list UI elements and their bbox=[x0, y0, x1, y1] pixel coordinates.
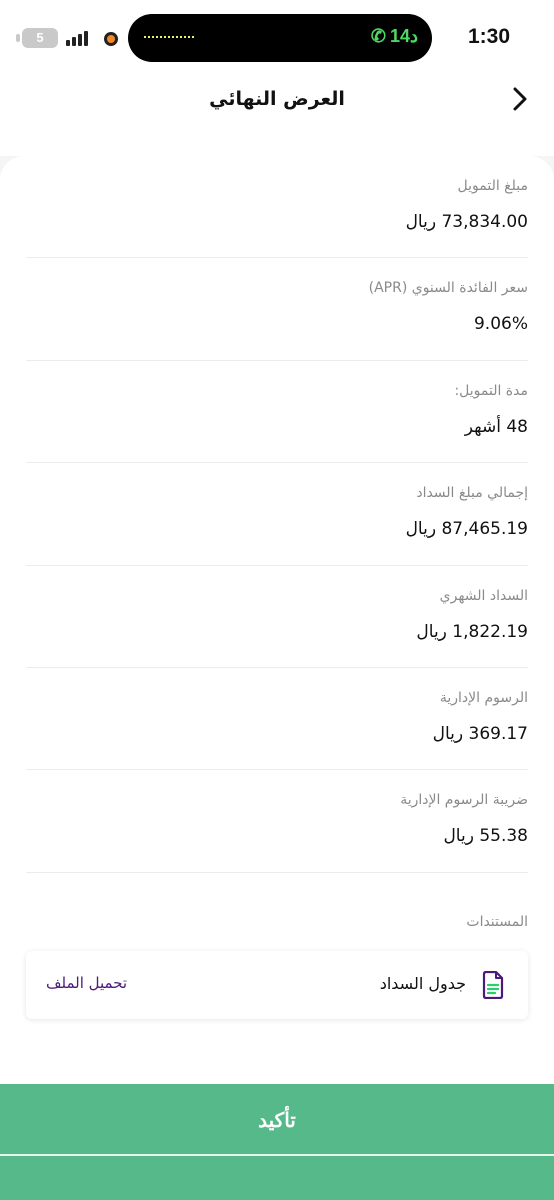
header: العرض النهائي bbox=[0, 76, 554, 156]
detail-label: السداد الشهري bbox=[439, 587, 528, 604]
recording-indicator-icon bbox=[104, 32, 118, 46]
status-time: 1:30 bbox=[467, 25, 510, 48]
detail-value: 87,465.19 ريال bbox=[405, 519, 528, 540]
confirm-button[interactable]: تأكيد bbox=[0, 1084, 554, 1200]
offer-details-card: مبلغ التمويل 73,834.00 ريال سعر الفائدة … bbox=[0, 156, 554, 1086]
detail-value: 73,834.00 ريال bbox=[405, 212, 528, 232]
details-list: مبلغ التمويل 73,834.00 ريال سعر الفائدة … bbox=[26, 156, 528, 873]
detail-row-admin-fees: الرسوم الإدارية 369.17 ريال bbox=[26, 668, 528, 771]
detail-value: 48 أشهر bbox=[464, 416, 528, 437]
status-bar: 5 ✆ 14د 1:30 bbox=[0, 0, 554, 76]
call-duration: 14د bbox=[389, 26, 418, 46]
detail-row-total-repayment: إجمالي مبلغ السداد 87,465.19 ريال bbox=[26, 463, 528, 566]
detail-value: 1,822.19 ريال bbox=[416, 621, 528, 642]
detail-row-financing-amount: مبلغ التمويل 73,834.00 ريال bbox=[26, 156, 528, 259]
back-chevron-icon[interactable] bbox=[508, 84, 532, 114]
signal-icon bbox=[66, 30, 92, 46]
documents-section-label: المستندات bbox=[466, 914, 528, 930]
battery-tip bbox=[16, 34, 20, 42]
detail-row-apr: سعر الفائدة السنوي (APR) 9.06% bbox=[26, 258, 528, 361]
detail-label: إجمالي مبلغ السداد bbox=[416, 485, 528, 502]
document-name: جدول السداد bbox=[379, 974, 466, 993]
phone-icon: ✆ bbox=[370, 26, 386, 46]
detail-label: ضريبة الرسوم الإدارية bbox=[400, 792, 528, 809]
call-indicator[interactable]: ✆ 14د bbox=[371, 26, 418, 47]
detail-label: الرسوم الإدارية bbox=[439, 689, 528, 706]
document-item-repayment-schedule: جدول السداد تحميل الملف bbox=[26, 951, 528, 1019]
detail-label: مبلغ التمويل bbox=[457, 178, 528, 194]
detail-row-monthly-payment: السداد الشهري 1,822.19 ريال bbox=[26, 566, 528, 668]
document-icon bbox=[482, 971, 504, 999]
dynamic-island[interactable]: ✆ 14د bbox=[128, 14, 432, 62]
detail-row-term: مدة التمويل: 48 أشهر bbox=[26, 361, 528, 464]
download-file-link[interactable]: تحميل الملف bbox=[46, 974, 127, 992]
detail-label: مدة التمويل: bbox=[454, 382, 528, 399]
detail-value: 9.06% bbox=[473, 314, 528, 335]
detail-row-admin-fees-tax: ضريبة الرسوم الإدارية 55.38 ريال bbox=[26, 770, 528, 873]
battery-icon: 5 bbox=[22, 28, 58, 48]
audio-waveform-icon bbox=[144, 36, 194, 39]
divider bbox=[0, 1154, 554, 1156]
detail-value: 55.38 ريال bbox=[443, 826, 528, 847]
confirm-button-label: تأكيد bbox=[258, 1110, 296, 1132]
detail-value: 369.17 ريال bbox=[432, 723, 528, 744]
detail-label: سعر الفائدة السنوي (APR) bbox=[368, 280, 528, 297]
page-title: العرض النهائي bbox=[209, 88, 345, 110]
